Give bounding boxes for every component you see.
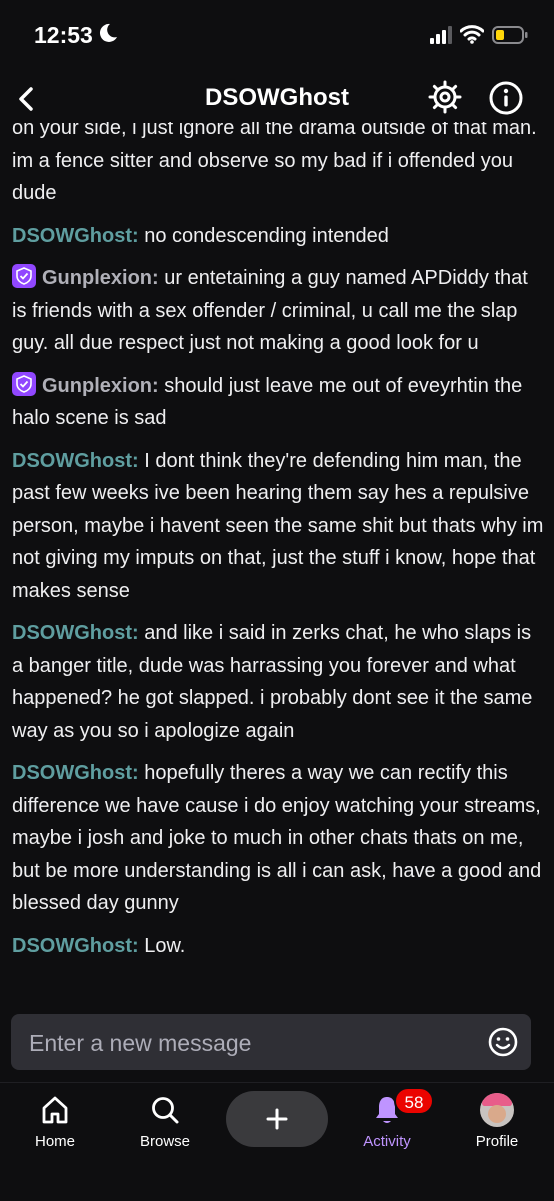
message-text: I dont think they're defending him man, … xyxy=(12,449,544,602)
bottom-nav: Home Browse Activity 58 Profile xyxy=(0,1082,554,1201)
nav-browse[interactable]: Browse xyxy=(120,1093,210,1150)
username[interactable]: DSOWGhost: xyxy=(12,225,139,247)
avatar xyxy=(480,1093,514,1127)
gear-icon[interactable] xyxy=(428,80,462,114)
chat-message: DSOWGhost: I dont think they're defendin… xyxy=(12,445,544,608)
chat-message: Gunplexion: should just leave me out of … xyxy=(12,370,544,435)
prime-badge-icon[interactable] xyxy=(12,264,36,288)
chat-messages: on your side, i just ignore all the dram… xyxy=(12,122,544,972)
wifi-icon xyxy=(460,25,484,44)
home-icon xyxy=(42,1096,68,1124)
prime-badge-icon[interactable] xyxy=(12,371,36,396)
message-text: no condescending intended xyxy=(138,224,389,247)
moon-icon xyxy=(99,23,117,42)
chat-message: DSOWGhost: hopefully theres a way we can… xyxy=(12,757,544,920)
username[interactable]: DSOWGhost: xyxy=(12,622,139,644)
message-text: on your side, i just ignore all the dram… xyxy=(12,122,537,204)
chat-message: DSOWGhost: and like i said in zerks chat… xyxy=(12,617,544,747)
nav-browse-label: Browse xyxy=(139,1133,191,1150)
chat-message: on your side, i just ignore all the dram… xyxy=(12,122,544,210)
status-time: 12:53 xyxy=(34,22,93,48)
nav-profile-label: Profile xyxy=(475,1133,519,1150)
username[interactable]: Gunplexion: xyxy=(42,375,159,397)
nav-profile[interactable]: Profile xyxy=(452,1093,542,1150)
emoji-icon[interactable] xyxy=(487,1026,519,1058)
plus-icon xyxy=(266,1108,288,1130)
chat-message: DSOWGhost: Low. xyxy=(12,930,544,963)
chat-header: DSOWGhost xyxy=(0,74,554,122)
activity-count-badge: 58 xyxy=(394,1087,434,1115)
search-icon xyxy=(152,1097,179,1124)
create-button[interactable] xyxy=(226,1091,328,1147)
username[interactable]: Gunplexion: xyxy=(42,267,159,289)
battery-icon xyxy=(492,26,528,44)
message-input-container xyxy=(11,1014,531,1072)
chat-message: Gunplexion: ur entetaining a guy named A… xyxy=(12,262,544,360)
signal-icon xyxy=(430,26,452,44)
page-title: DSOWGhost xyxy=(205,84,349,111)
status-bar: 12:53 xyxy=(0,0,554,70)
username[interactable]: DSOWGhost: xyxy=(12,762,139,784)
username[interactable]: DSOWGhost: xyxy=(12,935,139,957)
info-icon[interactable] xyxy=(488,80,524,116)
chat-log[interactable]: on your side, i just ignore all the dram… xyxy=(0,122,554,998)
message-text: Low. xyxy=(138,934,186,957)
nav-home-label: Home xyxy=(34,1133,75,1150)
message-input[interactable] xyxy=(27,1014,471,1072)
username[interactable]: DSOWGhost: xyxy=(12,450,139,472)
nav-activity-label: Activity xyxy=(363,1133,411,1150)
nav-home[interactable]: Home xyxy=(10,1093,100,1150)
message-text: hopefully theres a way we can rectify th… xyxy=(12,762,542,914)
chat-message: DSOWGhost: no condescending intended xyxy=(12,220,544,253)
